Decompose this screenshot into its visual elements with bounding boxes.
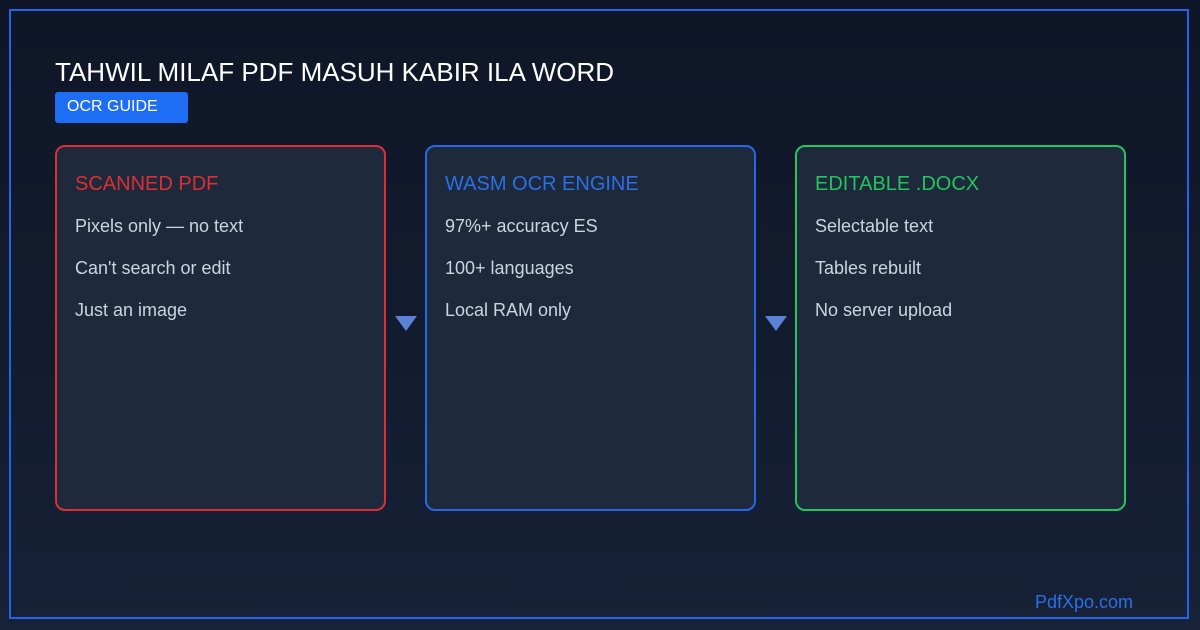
brand-link[interactable]: PdfXpo.com <box>1035 591 1133 613</box>
card-scanned-pdf: SCANNED PDF Pixels only — no text Can't … <box>55 145 386 511</box>
card-item: Local RAM only <box>445 300 572 320</box>
card-title: EDITABLE .DOCX <box>815 173 980 195</box>
card-item: Selectable text <box>815 216 934 236</box>
card-item: Can't search or edit <box>75 258 231 278</box>
card-item: Just an image <box>75 300 188 320</box>
card-item: 100+ languages <box>445 258 574 278</box>
card-item: Pixels only — no text <box>75 216 244 236</box>
card-item: No server upload <box>815 300 953 320</box>
card-editable-docx: EDITABLE .DOCX Selectable text Tables re… <box>795 145 1126 511</box>
card-title: SCANNED PDF <box>75 173 219 195</box>
card-item: 97%+ accuracy ES <box>445 216 598 236</box>
card-item: Tables rebuilt <box>815 258 922 278</box>
card-ocr-engine: WASM OCR ENGINE 97%+ accuracy ES 100+ la… <box>425 145 756 511</box>
page-title: TAHWIL MILAF PDF MASUH KABIR ILA WORD <box>55 57 615 87</box>
triangle-down-icon <box>765 316 787 331</box>
category-badge: OCR GUIDE <box>55 92 188 123</box>
card-title: WASM OCR ENGINE <box>445 173 639 195</box>
triangle-down-icon <box>395 316 417 331</box>
